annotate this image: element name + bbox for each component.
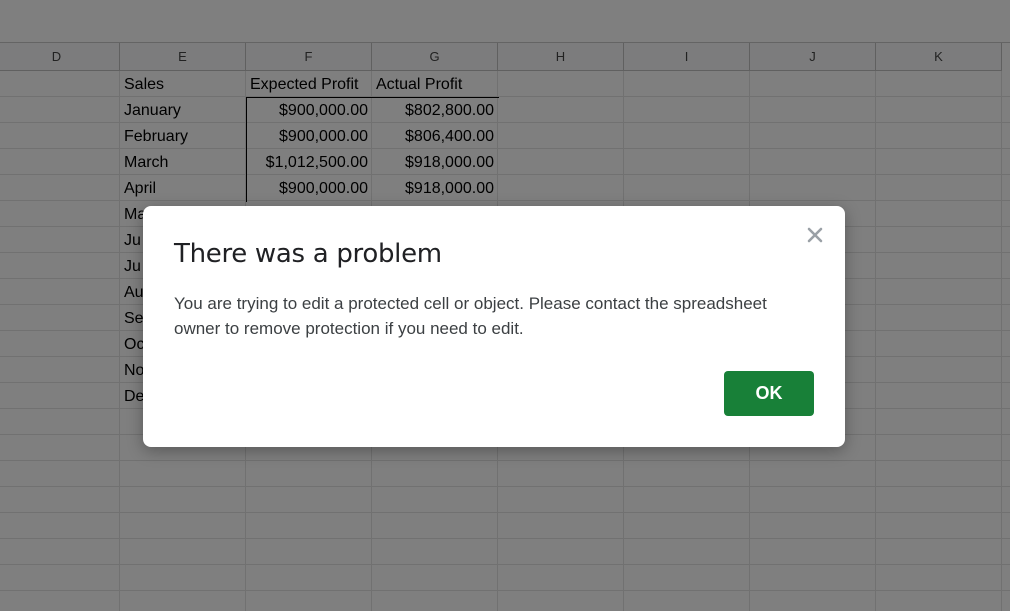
dialog-message: You are trying to edit a protected cell … <box>174 294 767 338</box>
ok-button[interactable]: OK <box>724 371 814 416</box>
protection-warning-dialog: There was a problem You are trying to ed… <box>143 206 845 447</box>
close-icon[interactable] <box>803 223 827 247</box>
dialog-title: There was a problem <box>174 239 442 269</box>
spreadsheet-stage: DEFGHIJK SalesExpected ProfitActual Prof… <box>0 0 1010 611</box>
